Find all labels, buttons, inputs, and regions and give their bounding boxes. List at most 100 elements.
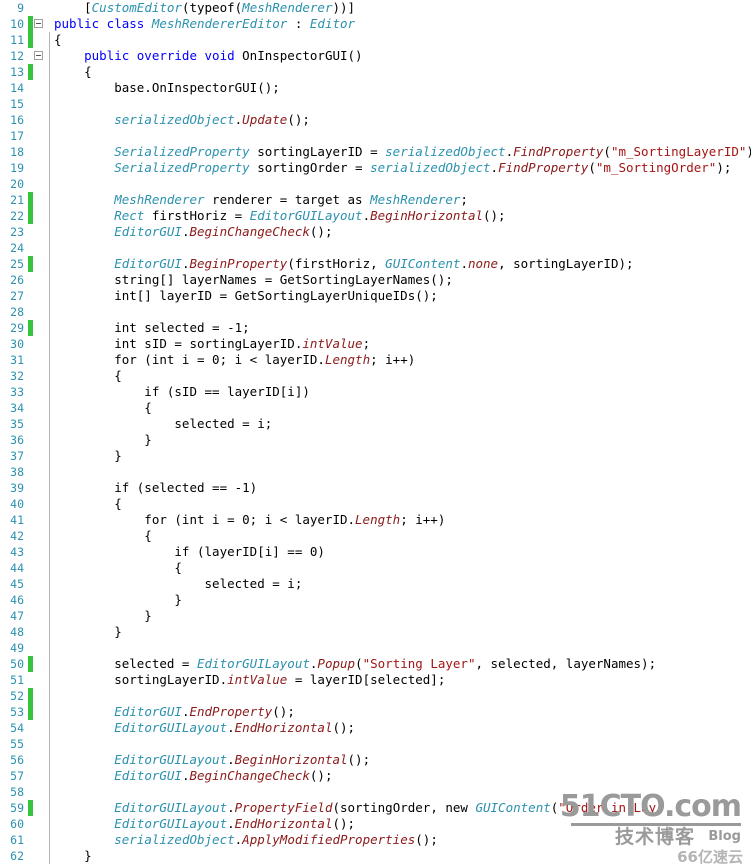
code-text[interactable]: EditorGUI.BeginChangeCheck(); [50, 768, 751, 784]
collapse-minus-icon[interactable] [34, 51, 43, 60]
code-line[interactable]: 31 for (int i = 0; i < layerID.Length; i… [0, 352, 751, 368]
code-line[interactable]: 15 [0, 96, 751, 112]
code-text[interactable]: SerializedProperty sortingOrder = serial… [50, 160, 751, 176]
code-text[interactable] [50, 304, 751, 320]
code-line[interactable]: 44 { [0, 560, 751, 576]
code-text[interactable]: selected = i; [50, 416, 751, 432]
code-line[interactable]: 11 { [0, 32, 751, 48]
code-text[interactable]: if (selected == -1) [50, 480, 751, 496]
code-line[interactable]: 24 [0, 240, 751, 256]
code-line[interactable]: 45 selected = i; [0, 576, 751, 592]
code-text[interactable]: int sID = sortingLayerID.intValue; [50, 336, 751, 352]
code-line[interactable]: 56 EditorGUILayout.BeginHorizontal(); [0, 752, 751, 768]
code-editor[interactable]: 9 [CustomEditor(typeof(MeshRenderer))] 10… [0, 0, 751, 866]
code-line[interactable]: 30 int sID = sortingLayerID.intValue; [0, 336, 751, 352]
code-text[interactable] [50, 176, 751, 192]
code-text[interactable]: public override void OnInspectorGUI() [50, 48, 751, 64]
code-text[interactable]: base.OnInspectorGUI(); [50, 80, 751, 96]
code-line[interactable]: 54 EditorGUILayout.EndHorizontal(); [0, 720, 751, 736]
code-line[interactable]: 12 public override void OnInspectorGUI() [0, 48, 751, 64]
code-line[interactable]: 18 SerializedProperty sortingLayerID = s… [0, 144, 751, 160]
code-line[interactable]: 22 Rect firstHoriz = EditorGUILayout.Beg… [0, 208, 751, 224]
code-line[interactable]: 60 EditorGUILayout.EndHorizontal(); [0, 816, 751, 832]
code-text[interactable]: string[] layerNames = GetSortingLayerNam… [50, 272, 751, 288]
code-line[interactable]: 21 MeshRenderer renderer = target as Mes… [0, 192, 751, 208]
code-text[interactable]: EditorGUI.BeginChangeCheck(); [50, 224, 751, 240]
code-text[interactable]: } [50, 448, 751, 464]
code-text[interactable] [50, 784, 751, 800]
code-text[interactable] [50, 96, 751, 112]
code-text[interactable]: EditorGUILayout.PropertyField(sortingOrd… [50, 800, 751, 816]
code-line[interactable]: 36 } [0, 432, 751, 448]
code-line[interactable]: 16 serializedObject.Update(); [0, 112, 751, 128]
code-text[interactable] [50, 128, 751, 144]
code-line[interactable]: 61 serializedObject.ApplyModifiedPropert… [0, 832, 751, 848]
code-text[interactable]: Rect firstHoriz = EditorGUILayout.BeginH… [50, 208, 751, 224]
code-text[interactable]: } [50, 624, 751, 640]
code-text[interactable]: } [50, 608, 751, 624]
code-text[interactable]: for (int i = 0; i < layerID.Length; i++) [50, 352, 751, 368]
code-line[interactable]: 48 } [0, 624, 751, 640]
code-line[interactable]: 55 [0, 736, 751, 752]
collapse-minus-icon[interactable] [34, 19, 43, 28]
code-text[interactable]: { [50, 496, 751, 512]
code-text[interactable]: SerializedProperty sortingLayerID = seri… [50, 144, 751, 160]
code-text[interactable]: sortingLayerID.intValue = layerID[select… [50, 672, 751, 688]
code-line[interactable]: 28 [0, 304, 751, 320]
code-text[interactable] [50, 464, 751, 480]
code-text[interactable]: for (int i = 0; i < layerID.Length; i++) [50, 512, 751, 528]
code-text[interactable]: selected = i; [50, 576, 751, 592]
code-line[interactable]: 59 EditorGUILayout.PropertyField(sorting… [0, 800, 751, 816]
code-text[interactable]: EditorGUI. BeginProperty(firstHoriz, GUIC… [50, 256, 751, 272]
code-text[interactable]: { [50, 560, 751, 576]
code-line[interactable]: 50 selected = EditorGUILayout.Popup("Sor… [0, 656, 751, 672]
fold-column[interactable] [33, 48, 45, 64]
code-text[interactable]: if (layerID[i] == 0) [50, 544, 751, 560]
code-line[interactable]: 49 [0, 640, 751, 656]
code-text[interactable]: EditorGUILayout.EndHorizontal(); [50, 816, 751, 832]
code-line[interactable]: 41 for (int i = 0; i < layerID.Length; i… [0, 512, 751, 528]
code-text[interactable]: MeshRenderer renderer = target as MeshRe… [50, 192, 751, 208]
code-line[interactable]: 32 { [0, 368, 751, 384]
code-line[interactable]: 23 EditorGUI.BeginChangeCheck(); [0, 224, 751, 240]
code-text[interactable]: EditorGUILayout.EndHorizontal(); [50, 720, 751, 736]
code-line[interactable]: 33 if (sID == layerID[i]) [0, 384, 751, 400]
code-text[interactable]: EditorGUILayout.BeginHorizontal(); [50, 752, 751, 768]
code-text[interactable]: [CustomEditor(typeof(MeshRenderer))] [50, 0, 751, 16]
code-line[interactable]: 26 string[] layerNames = GetSortingLayer… [0, 272, 751, 288]
code-text[interactable]: { [50, 32, 751, 48]
code-line[interactable]: 9 [CustomEditor(typeof(MeshRenderer))] [0, 0, 751, 16]
code-line[interactable]: 53 EditorGUI.EndProperty(); [0, 704, 751, 720]
code-line[interactable]: 39 if (selected == -1) [0, 480, 751, 496]
code-text[interactable]: selected = EditorGUILayout.Popup("Sortin… [50, 656, 751, 672]
code-line[interactable]: 19 SerializedProperty sortingOrder = ser… [0, 160, 751, 176]
code-line[interactable]: 35 selected = i; [0, 416, 751, 432]
code-text[interactable]: serializedObject.ApplyModifiedProperties… [50, 832, 751, 848]
code-text[interactable] [50, 688, 751, 704]
code-text[interactable]: int[] layerID = GetSortingLayerUniqueIDs… [50, 288, 751, 304]
code-line[interactable]: 37 } [0, 448, 751, 464]
code-line[interactable]: 10 public class MeshRendererEditor : Edit… [0, 16, 751, 32]
code-text[interactable] [50, 640, 751, 656]
code-line[interactable]: 46 } [0, 592, 751, 608]
code-line[interactable]: 29 int selected = -1; [0, 320, 751, 336]
code-line[interactable]: 38 [0, 464, 751, 480]
fold-column[interactable] [33, 16, 45, 32]
code-text[interactable] [50, 240, 751, 256]
code-text[interactable]: public class MeshRendererEditor : Editor [50, 16, 751, 32]
code-line[interactable]: 57 EditorGUI.BeginChangeCheck(); [0, 768, 751, 784]
code-line[interactable]: 52 [0, 688, 751, 704]
code-text[interactable]: { [50, 64, 751, 80]
code-line[interactable]: 27 int[] layerID = GetSortingLayerUnique… [0, 288, 751, 304]
code-text[interactable]: serializedObject.Update(); [50, 112, 751, 128]
code-text[interactable]: if (sID == layerID[i]) [50, 384, 751, 400]
code-text[interactable]: } [50, 592, 751, 608]
code-line[interactable]: 25 EditorGUI. BeginProperty(firstHoriz, G… [0, 256, 751, 272]
code-text[interactable]: { [50, 400, 751, 416]
code-line[interactable]: 47 } [0, 608, 751, 624]
code-text[interactable]: EditorGUI.EndProperty(); [50, 704, 751, 720]
code-line[interactable]: 13 { [0, 64, 751, 80]
code-line[interactable]: 51 sortingLayerID.intValue = layerID[sel… [0, 672, 751, 688]
code-line[interactable]: 17 [0, 128, 751, 144]
code-text[interactable]: } [50, 848, 751, 864]
